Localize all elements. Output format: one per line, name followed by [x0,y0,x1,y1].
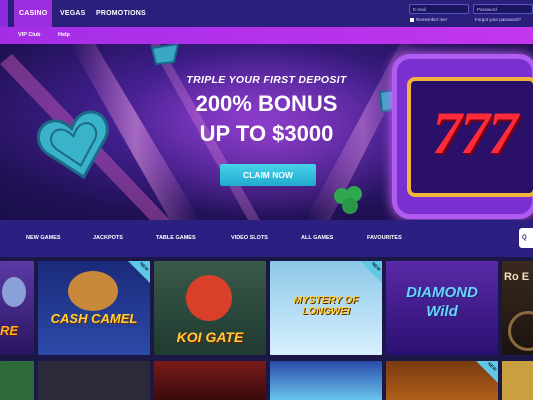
game-tile[interactable]: RE [0,261,34,355]
game-tile[interactable]: KOI GATE [154,261,266,355]
hero-title: 200% BONUS [195,91,338,116]
wolf-icon [2,277,26,307]
sub-nav: VIP Club Help [0,27,533,44]
nav-promotions[interactable]: PROMOTIONS [96,0,146,27]
game-tile[interactable]: CASH CAMEL NEW [38,261,150,355]
checkbox-icon [410,17,414,22]
game-tile[interactable]: DIAMOND Wild [386,261,498,355]
clover-icon [334,186,362,214]
hero-amount: UP TO $3000 [199,121,334,146]
email-field[interactable]: E-mail [409,4,469,14]
category-bar: NEW GAMES JACKPOTS TABLE GAMES VIDEO SLO… [0,220,533,257]
game-title: CASH CAMEL [50,311,138,326]
gem-icon [150,44,180,66]
game-tile[interactable] [270,361,382,400]
remember-me-label: Remember me! [416,17,448,22]
category-favourites[interactable]: FAVOURITES [367,220,402,257]
game-title: DIAMOND Wild [406,284,478,320]
roulette-icon [508,311,533,351]
game-title: Ro E [504,271,530,283]
game-title: MYSTERY OF LONGWEI [293,295,359,317]
category-all-games[interactable]: ALL GAMES [301,220,333,257]
game-tile[interactable] [154,361,266,400]
category-video-slots[interactable]: VIDEO SLOTS [231,220,268,257]
casino-page: CASINO VEGAS PROMOTIONS E-mail Password … [0,0,533,400]
camel-icon [68,271,118,311]
forgot-password-link[interactable]: Forgot your password? [475,17,521,22]
game-tile[interactable] [502,361,533,400]
subnav-help[interactable]: Help [58,27,70,44]
top-nav: CASINO VEGAS PROMOTIONS E-mail Password … [0,0,533,27]
category-new-games[interactable]: NEW GAMES [26,220,61,257]
category-jackpots[interactable]: JACKPOTS [93,220,123,257]
game-tile[interactable] [0,361,34,400]
game-grid: RE CASH CAMEL NEW KOI GATE MYSTERY OF LO… [0,257,533,400]
game-title: KOI GATE [176,329,244,345]
koi-icon [186,275,232,321]
nav-casino[interactable]: CASINO [14,0,53,27]
remember-me-checkbox[interactable]: Remember me! [410,17,447,22]
subnav-vip-club[interactable]: VIP Club [18,27,41,44]
hero-banner[interactable]: 777 TRIPLE YOUR FIRST DEPOSIT 200% BONUS… [0,44,533,220]
password-field[interactable]: Password [473,4,533,14]
game-tile[interactable]: MYSTERY OF LONGWEI NEW [270,261,382,355]
search-button[interactable]: Q [519,228,533,248]
claim-now-button[interactable]: CLAIM NOW [220,164,316,186]
nav-vegas[interactable]: VEGAS [60,0,86,27]
game-tile[interactable] [38,361,150,400]
game-tile[interactable]: Ro E [502,261,533,355]
category-table-games[interactable]: TABLE GAMES [156,220,196,257]
logo[interactable] [0,0,8,27]
game-tile[interactable]: NEW [386,361,498,400]
hero-subtitle: TRIPLE YOUR FIRST DEPOSIT [186,74,347,86]
game-title: RE [0,323,19,338]
